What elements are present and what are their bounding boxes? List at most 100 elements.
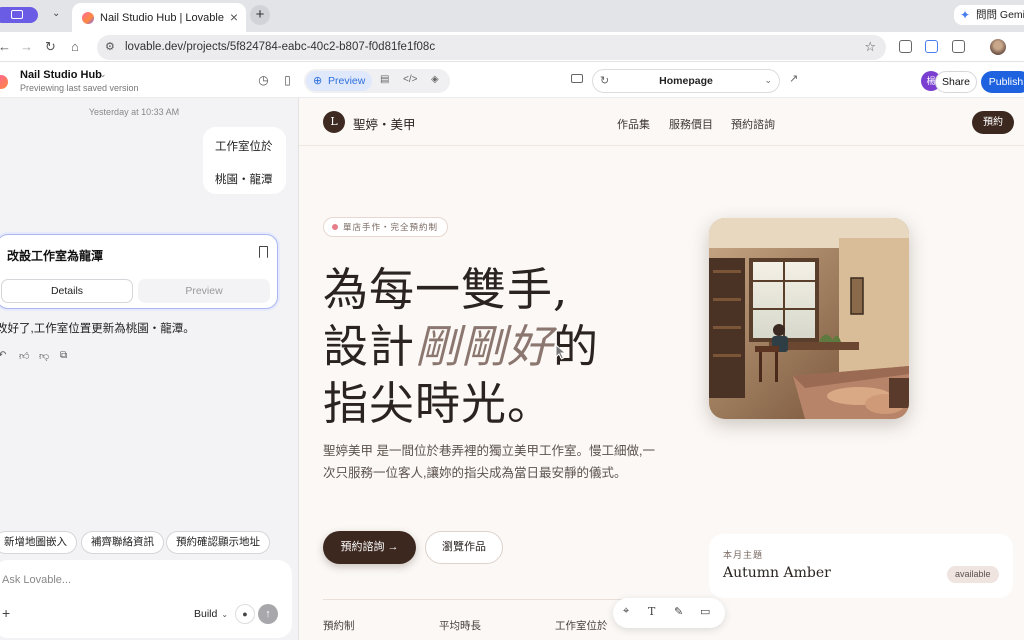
bookmark-star-icon[interactable]: ☆ xyxy=(864,39,876,55)
lovable-favicon-icon xyxy=(82,12,94,24)
back-icon[interactable]: ← xyxy=(0,39,11,54)
window-icon xyxy=(11,10,23,19)
copy-icon[interactable]: ⧉ xyxy=(60,350,67,361)
browser-tab-strip: ⌄ Nail Studio Hub | Lovable × + ✦ 問問 Gemi… xyxy=(0,0,1024,32)
plus-icon[interactable]: + xyxy=(2,605,10,621)
translate-icon[interactable] xyxy=(925,40,938,53)
thumbs-up-icon[interactable]: 👍︎ xyxy=(19,350,29,362)
site-brand[interactable]: 聖婷・美甲 xyxy=(353,114,416,133)
sidebar-toggle-icon[interactable]: ▯ xyxy=(281,74,294,87)
details-button[interactable]: Details xyxy=(1,279,133,303)
tab-group-button[interactable] xyxy=(0,7,38,23)
microphone-icon[interactable]: ● xyxy=(235,604,255,624)
user-message: 工作室位於 桃園・龍潭 xyxy=(203,127,286,194)
share-button[interactable]: Share xyxy=(935,71,977,93)
page-select[interactable]: ↻ Homepage ⌄ xyxy=(592,69,780,93)
suggestion-chip[interactable]: 補齊聯絡資訊 xyxy=(81,531,164,554)
reload-icon[interactable]: ↻ xyxy=(45,39,56,55)
build-mode-label: Build xyxy=(194,608,218,620)
tab-close-button[interactable]: × xyxy=(230,9,238,25)
chat-composer: + Build⌄ ● ↑ xyxy=(0,560,292,638)
hero-badge: 單店手作・完全預約制 xyxy=(323,217,449,237)
publish-button[interactable]: Publish xyxy=(981,71,1024,93)
pencil-icon[interactable]: ✎ xyxy=(674,605,683,618)
suggestion-chip[interactable]: 預約確認顯示地址 xyxy=(166,531,270,554)
preview-tab-label: Preview xyxy=(328,75,366,87)
gemini-button[interactable]: ✦ 問問 Gemini xyxy=(954,5,1024,25)
new-tab-button[interactable]: + xyxy=(250,5,270,25)
status-badge: available xyxy=(947,566,999,583)
select-element-icon[interactable]: ⌖ xyxy=(623,605,629,618)
divider xyxy=(323,599,657,600)
extension-icon[interactable] xyxy=(899,40,912,53)
tab-title: Nail Studio Hub | Lovable xyxy=(100,12,224,24)
globe-icon: ⊕ xyxy=(313,75,323,87)
change-card[interactable]: 改設工作室為龍潭 Details Preview xyxy=(0,234,278,309)
puzzle-icon[interactable] xyxy=(952,40,965,53)
suggestion-chip[interactable]: 新增地圖嵌入 xyxy=(0,531,77,554)
send-button[interactable]: ↑ xyxy=(258,604,278,624)
studio-photo xyxy=(709,218,909,419)
undo-icon[interactable]: ↶ xyxy=(0,350,6,361)
browser-toolbar: ← → ↻ ⌂ ⚙ lovable.dev/projects/5f824784-… xyxy=(0,32,1024,62)
thumbs-down-icon[interactable]: 👎︎ xyxy=(39,350,49,362)
monthly-theme-card[interactable]: 本月主題 Autumn Amber available xyxy=(709,534,1013,598)
chat-panel: Yesterday at 10:33 AM 工作室位於 桃園・龍潭 改設工作室為… xyxy=(0,98,298,640)
change-card-title: 改設工作室為龍潭 xyxy=(7,249,104,263)
forward-icon[interactable]: → xyxy=(20,39,33,54)
hero-badge-text: 單店手作・完全預約制 xyxy=(343,222,439,232)
user-message-line: 桃園・龍潭 xyxy=(215,174,273,186)
hero-description: 聖婷美甲 是一間位於巷弄裡的獨立美甲工作室。慢工細做,一次只服務一位客人,讓妳的… xyxy=(323,444,655,480)
stat-label: 預約制 xyxy=(323,620,355,632)
stat-label: 平均時長 xyxy=(439,620,481,632)
site-preview: L 聖婷・美甲 作品集 服務價目 預約諮詢 預約 單店手作・完全預約制 為每一雙… xyxy=(298,98,1024,640)
chevron-down-icon[interactable]: ⌄ xyxy=(99,69,107,80)
dot-icon xyxy=(332,224,338,230)
hero-heading-line: 為每一雙手, xyxy=(323,263,569,316)
chevron-down-icon: ⌄ xyxy=(764,75,772,85)
preview-tab[interactable]: ⊕ Preview xyxy=(306,71,372,91)
url-text: lovable.dev/projects/5f824784-eabc-40c2-… xyxy=(125,41,436,53)
assistant-reply: 改好了,工作室位置更新為桃園・龍潭。 xyxy=(0,323,195,335)
user-message-line: 工作室位於 xyxy=(215,141,273,153)
monitor-icon[interactable] xyxy=(571,74,583,83)
file-icon[interactable]: ▤ xyxy=(380,74,389,85)
site-header: L 聖婷・美甲 作品集 服務價目 預約諮詢 預約 xyxy=(299,98,1024,146)
text-tool-icon[interactable]: T xyxy=(648,605,655,618)
home-icon[interactable]: ⌂ xyxy=(71,39,79,54)
build-mode-button[interactable]: Build ⌄ xyxy=(194,608,228,620)
lovable-logo-icon[interactable] xyxy=(0,75,8,89)
theme-label: 本月主題 xyxy=(723,550,764,560)
open-external-icon[interactable]: ↗ xyxy=(789,72,798,85)
browse-portfolio-button[interactable]: 瀏覽作品 xyxy=(425,531,503,564)
address-bar[interactable]: ⚙ lovable.dev/projects/5f824784-eabc-40c… xyxy=(97,35,886,60)
tab-search-chevron-icon[interactable]: ⌄ xyxy=(52,8,60,19)
theme-name: Autumn Amber xyxy=(723,565,831,581)
chat-input[interactable] xyxy=(2,574,272,586)
layers-icon[interactable]: ◈ xyxy=(431,74,439,85)
bookmark-icon[interactable] xyxy=(259,246,268,258)
nav-link-pricing[interactable]: 服務價目 xyxy=(669,116,713,132)
browser-tab-active[interactable]: Nail Studio Hub | Lovable × xyxy=(72,3,246,32)
project-name[interactable]: Nail Studio Hub xyxy=(20,69,102,81)
nav-link-portfolio[interactable]: 作品集 xyxy=(617,116,650,132)
edit-toolbar: ⌖ T ✎ ▭ xyxy=(613,598,725,628)
site-settings-icon[interactable]: ⚙ xyxy=(105,40,115,53)
nav-link-consult[interactable]: 預約諮詢 xyxy=(731,116,775,132)
hero-heading-line: 設計剛剛好的 xyxy=(323,310,599,375)
nav-book-button[interactable]: 預約 xyxy=(972,111,1014,134)
stat-label: 工作室位於 xyxy=(555,620,608,632)
sparkle-icon: ✦ xyxy=(960,8,971,22)
hero-emphasis: 剛剛好 xyxy=(415,320,554,373)
preview-button[interactable]: Preview xyxy=(138,279,270,303)
book-consult-button[interactable]: 預約諮詢 → xyxy=(323,531,416,564)
editor-topbar: Nail Studio Hub ⌄ Previewing last saved … xyxy=(0,62,1024,98)
comment-icon[interactable]: ▭ xyxy=(700,605,710,618)
page-select-value: Homepage xyxy=(659,75,713,87)
history-icon[interactable]: ◷ xyxy=(257,74,270,87)
project-status: Previewing last saved version xyxy=(20,83,139,93)
code-icon[interactable]: </> xyxy=(403,74,417,85)
view-switcher: ⊕ Preview ▤ </> ◈ xyxy=(304,69,450,93)
site-logo[interactable]: L xyxy=(323,111,345,133)
profile-avatar[interactable] xyxy=(990,39,1006,55)
